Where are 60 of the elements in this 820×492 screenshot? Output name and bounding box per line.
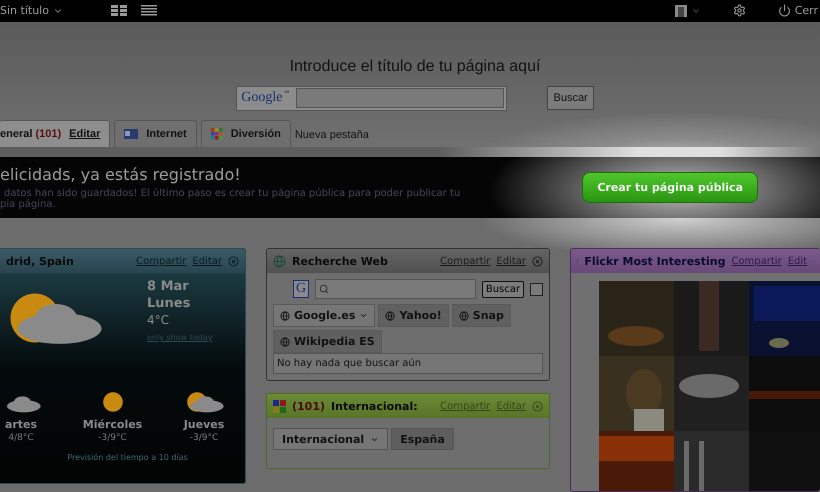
- settings-icon[interactable]: [732, 4, 746, 18]
- search-field[interactable]: [315, 279, 476, 300]
- weekday: Lunes: [147, 296, 192, 312]
- share-link[interactable]: Compartir: [136, 256, 186, 267]
- search-engine-tab[interactable]: Google.es: [273, 304, 376, 328]
- forecast-day: Miércoles: [82, 418, 142, 432]
- globe-icon: [280, 310, 290, 321]
- temperature: 4°C: [147, 313, 170, 328]
- columns-view-icon[interactable]: [110, 4, 127, 17]
- date: 8 Mar: [147, 279, 190, 294]
- share-link[interactable]: Compartir: [731, 256, 782, 267]
- search-result-text: No hay nada que buscar aún: [273, 353, 543, 374]
- checkbox[interactable]: [530, 282, 543, 296]
- news-count: (101): [292, 400, 326, 413]
- logout-button[interactable]: Cerr: [778, 4, 818, 18]
- search-button[interactable]: Buscar: [482, 280, 524, 298]
- search-button[interactable]: Buscar: [547, 86, 594, 110]
- news-tab[interactable]: Internacional: [273, 428, 388, 450]
- banner-title: elicidads, ya estás registrado!: [0, 164, 242, 184]
- forecast-temperature: -3/9°C: [190, 433, 218, 444]
- id-card-icon: [124, 128, 138, 139]
- tab[interactable]: Diversión: [200, 120, 291, 147]
- widget-title: Recherche Web: [292, 254, 389, 268]
- power-icon[interactable]: [778, 4, 791, 18]
- tab[interactable]: eneral (101) Editar: [0, 120, 110, 147]
- search-engine-tab[interactable]: Yahoo!: [378, 304, 449, 328]
- news-tab[interactable]: España: [391, 428, 454, 450]
- news-icon: [273, 400, 286, 413]
- forecast-day: Jueves: [184, 418, 224, 432]
- edit-link[interactable]: Editar: [192, 256, 222, 267]
- list-view-icon[interactable]: [140, 4, 157, 17]
- page-title[interactable]: Introduce el título de tu página aquí: [290, 58, 540, 76]
- create-public-page-button[interactable]: Crear tu página pública: [582, 172, 758, 203]
- search-engine-tab[interactable]: Wikipedia ES: [273, 330, 382, 354]
- share-link[interactable]: Compartir: [440, 256, 490, 267]
- globe-icon: [458, 310, 469, 321]
- banner-text: pia página.: [0, 198, 57, 210]
- widget-title: Internacional:: [331, 400, 419, 413]
- edit-link[interactable]: Edit: [788, 256, 808, 267]
- user-icon[interactable]: [674, 4, 687, 17]
- widget-title: Flickr Most Interesting: [584, 254, 726, 268]
- globe-icon: [273, 254, 286, 268]
- search-engine-tab[interactable]: Snap: [452, 304, 511, 328]
- edit-link[interactable]: Editar: [496, 256, 526, 267]
- search-icon: [319, 284, 329, 294]
- forecast-temperature: -3/9°C: [98, 433, 127, 444]
- widget-title: drid, Spain: [6, 254, 75, 268]
- new-tab-link[interactable]: Nueva pestaña: [294, 128, 373, 147]
- globe-icon: [280, 336, 290, 347]
- page-title-menu[interactable]: Sin título: [0, 4, 63, 18]
- banner-text: datos han sido guardados! El último paso es crear tu página pública para poder publicar tu: [4, 188, 462, 199]
- share-link[interactable]: Compartir: [440, 400, 490, 412]
- forecast-link[interactable]: Previsión del tiempo a 10 días: [10, 453, 245, 462]
- forecast-temperature: 4/8°C: [8, 433, 34, 444]
- color-grid-icon: [210, 128, 223, 140]
- globe-icon: [385, 310, 396, 321]
- google-icon: G: [293, 280, 309, 298]
- tab[interactable]: Internet: [114, 120, 197, 147]
- edit-link[interactable]: Editar: [496, 400, 526, 412]
- forecast-day: artes: [4, 418, 38, 432]
